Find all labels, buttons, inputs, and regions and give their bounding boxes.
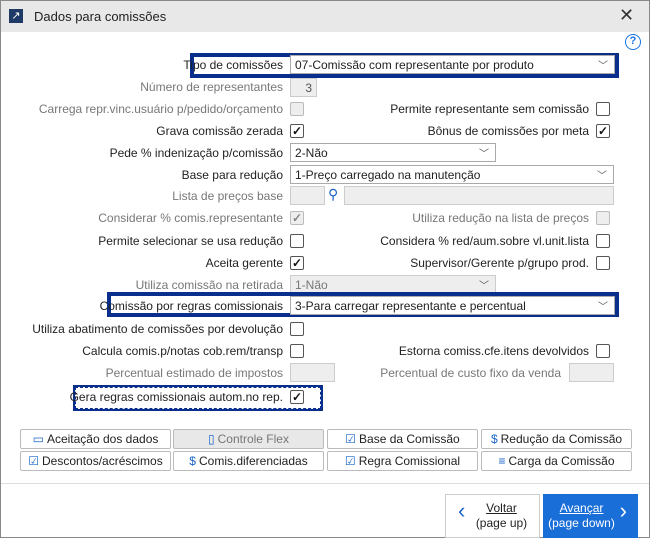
utiliza-red-label: Utiliza redução na lista de preços xyxy=(412,211,589,225)
considerar-checkbox[interactable]: ✓ xyxy=(290,211,304,225)
tipo-select[interactable]: 07-Comissão com representante por produt… xyxy=(290,55,615,74)
grava-checkbox[interactable]: ✓ xyxy=(290,124,304,138)
permite-sem-checkbox[interactable] xyxy=(596,102,610,116)
document-icon: ▯ xyxy=(208,432,215,446)
descontos-button[interactable]: ☑ Descontos/acréscimos xyxy=(20,451,171,471)
regras-value: 3-Para carregar representante e percentu… xyxy=(295,299,526,313)
custo-label: Percentual de custo fixo da venda xyxy=(380,366,561,380)
utiliza-red-checkbox[interactable] xyxy=(596,211,610,225)
lista-name-input xyxy=(344,186,614,205)
permite-sem-label: Permite representante sem comissão xyxy=(390,102,589,116)
base-value: 1-Preço carregado na manutenção xyxy=(295,168,481,182)
chevron-down-icon: ﹀ xyxy=(479,149,489,160)
calcula-checkbox[interactable] xyxy=(290,344,304,358)
abat-checkbox[interactable] xyxy=(290,322,304,336)
carrega-label: Carrega repr.vinc.usuário p/pedido/orçam… xyxy=(38,102,283,116)
carga-comissao-button[interactable]: ≡ Carga da Comissão xyxy=(481,451,632,471)
num-input: 3 xyxy=(290,78,317,97)
chevron-down-icon: ﹀ xyxy=(479,281,489,292)
list-icon: ≡ xyxy=(498,454,506,468)
supervisor-checkbox[interactable] xyxy=(596,256,610,270)
controle-flex-button[interactable]: ▯ Controle Flex xyxy=(173,429,324,449)
estorna-checkbox[interactable] xyxy=(596,344,610,358)
dialog-window: ↗ Dados para comissões ✕ ? Tipo de comis… xyxy=(0,0,650,538)
help-icon[interactable]: ? xyxy=(625,34,641,50)
regra-comissional-button[interactable]: ☑ Regra Comissional xyxy=(327,451,478,471)
controle-flex-label: Controle Flex xyxy=(217,432,289,446)
considerar-label: Considerar % comis.representante xyxy=(98,211,283,225)
lista-code-input xyxy=(290,186,325,205)
aceita-checkbox[interactable]: ✓ xyxy=(290,256,304,270)
considera-red-checkbox[interactable] xyxy=(596,234,610,248)
checklist-icon: ☑ xyxy=(344,454,356,468)
gera-label: Gera regras comissionais autom.no rep. xyxy=(69,390,283,404)
pede-label: Pede % indenização p/comissão xyxy=(109,146,283,160)
voltar-label: Voltar xyxy=(486,501,517,515)
reducao-comissao-button[interactable]: $ Redução da Comissão xyxy=(481,429,632,449)
money-bag-icon: $ xyxy=(189,454,196,468)
grava-label: Grava comissão zerada xyxy=(156,124,283,138)
divider xyxy=(1,483,649,484)
base-select[interactable]: 1-Preço carregado na manutenção ﹀ xyxy=(290,165,614,184)
base-label: Base para redução xyxy=(181,168,283,182)
chevron-right-icon: › xyxy=(619,498,627,523)
tipo-label: Tipo de comissões xyxy=(183,58,283,72)
reducao-comissao-label: Redução da Comissão xyxy=(500,432,623,446)
checklist-icon: ☑ xyxy=(28,454,40,468)
regras-label: Comissão por regras comissionais xyxy=(99,299,283,313)
chevron-down-icon: ﹀ xyxy=(598,61,608,72)
base-comissao-button[interactable]: ☑ Base da Comissão xyxy=(327,429,478,449)
custo-input xyxy=(569,363,614,382)
avancar-label: Avançar xyxy=(559,501,604,515)
permite-sel-checkbox[interactable] xyxy=(290,234,304,248)
carrega-checkbox[interactable] xyxy=(290,102,304,116)
supervisor-label: Supervisor/Gerente p/grupo prod. xyxy=(410,256,589,270)
bonus-label: Bônus de comissões por meta xyxy=(427,124,589,138)
form-icon: ▭ xyxy=(32,432,44,446)
tipo-value: 07-Comissão com representante por produt… xyxy=(295,58,534,72)
chevron-down-icon: ﹀ xyxy=(597,171,607,182)
retirada-label: Utiliza comissão na retirada xyxy=(135,278,283,292)
app-icon: ↗ xyxy=(9,9,23,23)
comis-diferenciadas-label: Comis.diferenciadas xyxy=(198,454,308,468)
permite-sel-label: Permite selecionar se usa redução xyxy=(98,234,283,248)
calcula-label: Calcula comis.p/notas cob.rem/transp xyxy=(82,344,283,358)
gera-checkbox[interactable]: ✓ xyxy=(290,390,304,404)
voltar-button[interactable]: ‹ Voltar (page up) xyxy=(445,494,540,538)
regra-comissional-label: Regra Comissional xyxy=(358,454,461,468)
carga-comissao-label: Carga da Comissão xyxy=(508,454,615,468)
base-comissao-label: Base da Comissão xyxy=(359,432,460,446)
aceita-label: Aceita gerente xyxy=(205,256,283,270)
regras-select[interactable]: 3-Para carregar representante e percentu… xyxy=(290,296,615,315)
money-bag-icon: $ xyxy=(490,432,498,446)
checklist-icon: ☑ xyxy=(345,432,357,446)
bonus-checkbox[interactable]: ✓ xyxy=(596,124,610,138)
num-label: Número de representantes xyxy=(140,80,283,94)
avancar-button[interactable]: › Avançar (page down) xyxy=(543,494,638,538)
aceitacao-button[interactable]: ▭ Aceitação dos dados xyxy=(20,429,171,449)
chevron-left-icon: ‹ xyxy=(458,498,466,523)
avancar-sub: (page down) xyxy=(548,516,615,530)
percentual-input xyxy=(290,363,335,382)
title-bar: ↗ Dados para comissões ✕ xyxy=(1,1,649,32)
lista-label: Lista de preços base xyxy=(172,189,283,203)
pede-value: 2-Não xyxy=(295,146,328,160)
voltar-sub: (page up) xyxy=(475,516,528,530)
pede-select[interactable]: 2-Não ﹀ xyxy=(290,143,496,162)
percentual-label: Percentual estimado de impostos xyxy=(105,366,283,380)
aceitacao-label: Aceitação dos dados xyxy=(46,432,159,446)
abat-label: Utiliza abatimento de comissões por devo… xyxy=(32,322,283,336)
chevron-down-icon: ﹀ xyxy=(598,302,608,313)
search-icon[interactable]: ⚲ xyxy=(328,186,338,203)
close-icon[interactable]: ✕ xyxy=(619,5,634,26)
retirada-value: 1-Não xyxy=(295,278,328,292)
considera-red-label: Considera % red/aum.sobre vl.unit.lista xyxy=(380,234,589,248)
window-title: Dados para comissões xyxy=(34,9,167,24)
estorna-label: Estorna comiss.cfe.itens devolvidos xyxy=(398,344,589,358)
comis-diferenciadas-button[interactable]: $ Comis.diferenciadas xyxy=(173,451,324,471)
descontos-label: Descontos/acréscimos xyxy=(42,454,163,468)
